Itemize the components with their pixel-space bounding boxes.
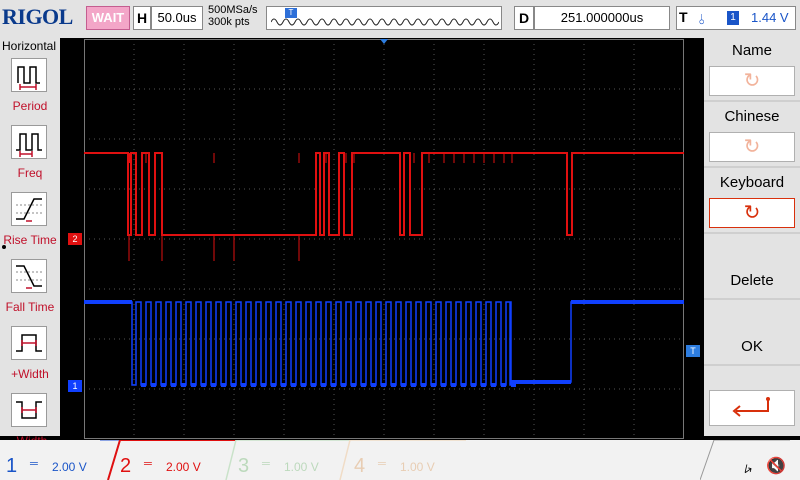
enter-button[interactable]	[704, 368, 800, 432]
waveform-display[interactable]	[84, 39, 684, 439]
menu-item-label: Freq	[17, 166, 43, 180]
undo-icon: ↻	[709, 132, 795, 162]
menu-item-label: Rise Time	[3, 233, 57, 247]
top-status-bar: RIGOL WAIT H 50.0us 500MSa/s 300k pts T …	[0, 0, 800, 38]
ch2-ground-marker[interactable]: 2	[68, 233, 82, 245]
dc-coupling-icon: ═	[144, 458, 152, 470]
rise-time-icon	[11, 192, 47, 226]
trigger-info[interactable]: T ⫰ 1 1.44 V	[676, 6, 796, 30]
button-label: Keyboard	[719, 174, 785, 191]
delay-value[interactable]: 251.000000us	[534, 6, 670, 30]
dc-coupling-icon: ═	[30, 458, 38, 470]
button-label: Chinese	[724, 108, 780, 125]
horizontal-label: H	[133, 6, 151, 30]
menu-item-label: Period	[12, 99, 48, 113]
name-button[interactable]: Name ↻	[704, 38, 800, 102]
rigol-logo: RIGOL	[2, 4, 73, 29]
keyboard-button[interactable]: Keyboard ↻	[704, 170, 800, 234]
ch1-ground-marker[interactable]: 1	[68, 380, 82, 392]
menu-title: Horizontal	[2, 39, 57, 53]
delete-button[interactable]: Delete	[704, 236, 800, 300]
timebase-value[interactable]: 50.0us	[151, 6, 203, 30]
trigger-label: T	[679, 9, 688, 25]
trigger-level: 1.44 V	[751, 10, 789, 25]
rising-edge-icon: ⫰	[699, 11, 706, 27]
channel-3-tab[interactable]: 3 ═ 1.00 V	[232, 440, 344, 480]
trigger-position-marker: T	[285, 8, 297, 18]
undo-icon: ↻	[709, 66, 795, 96]
menu-item-freq[interactable]: Freq	[0, 121, 60, 187]
channel-number: 1	[6, 455, 18, 477]
graticule	[84, 39, 684, 439]
menu-item-pos-width[interactable]: +Width	[0, 322, 60, 388]
menu-item-rise-time[interactable]: Rise Time	[0, 188, 60, 254]
dc-coupling-icon: ═	[378, 458, 386, 470]
channel-number: 4	[354, 455, 366, 477]
memory-overview-waveform	[271, 18, 499, 26]
menu-item-label: +Width	[11, 367, 49, 381]
ok-button[interactable]: OK	[704, 302, 800, 366]
chinese-button[interactable]: Chinese ↻	[704, 104, 800, 168]
neg-width-icon	[11, 393, 47, 427]
speaker-mute-icon: 🔇	[766, 458, 786, 475]
menu-item-fall-time[interactable]: Fall Time	[0, 255, 60, 321]
channel-2-tab[interactable]: 2 ═ 2.00 V	[114, 440, 230, 480]
channel-number: 3	[238, 455, 250, 477]
run-status-badge[interactable]: WAIT	[86, 6, 130, 30]
delay-label: D	[514, 6, 534, 30]
sample-rate: 500MSa/s	[208, 4, 258, 16]
channel-scale: 2.00 V	[52, 460, 87, 474]
usb-icon: ⭟	[744, 460, 753, 477]
enter-icon	[709, 390, 795, 426]
memory-overview-strip: T	[266, 6, 502, 30]
trigger-channel: 1	[727, 11, 739, 25]
channel-bar: 1 ═ 2.00 V 2 ═ 2.00 V 3 ═ 1.00 V 4 ═ 1.0…	[0, 440, 800, 480]
selection-dot	[2, 245, 6, 249]
button-label: Name	[731, 42, 772, 59]
top-trigger-marker	[380, 39, 388, 44]
label-menu: Label Name ↻ Chinese ↻ Keyboard ↻ Delete…	[695, 38, 800, 436]
channel-scale: 1.00 V	[284, 460, 319, 474]
channel-1-tab[interactable]: 1 ═ 2.00 V	[0, 440, 104, 480]
undo-icon: ↻	[709, 198, 795, 228]
dc-coupling-icon: ═	[262, 458, 270, 470]
channel-scale: 1.00 V	[400, 460, 435, 474]
trigger-level-marker[interactable]: T	[686, 345, 700, 357]
menu-item-label: Fall Time	[5, 300, 55, 314]
channel-number: 2	[120, 455, 132, 477]
channel-scale: 2.00 V	[166, 460, 201, 474]
horizontal-measure-menu: Horizontal Period Freq Rise Time Fall Ti…	[0, 38, 60, 448]
menu-item-period[interactable]: Period	[0, 54, 60, 120]
pos-width-icon	[11, 326, 47, 360]
memory-depth: 300k pts	[208, 16, 250, 28]
channel-4-tab[interactable]: 4 ═ 1.00 V	[348, 440, 460, 480]
button-label: Delete	[730, 272, 774, 289]
period-icon	[11, 58, 47, 92]
freq-icon	[11, 125, 47, 159]
button-label: OK	[741, 338, 763, 355]
fall-time-icon	[11, 259, 47, 293]
